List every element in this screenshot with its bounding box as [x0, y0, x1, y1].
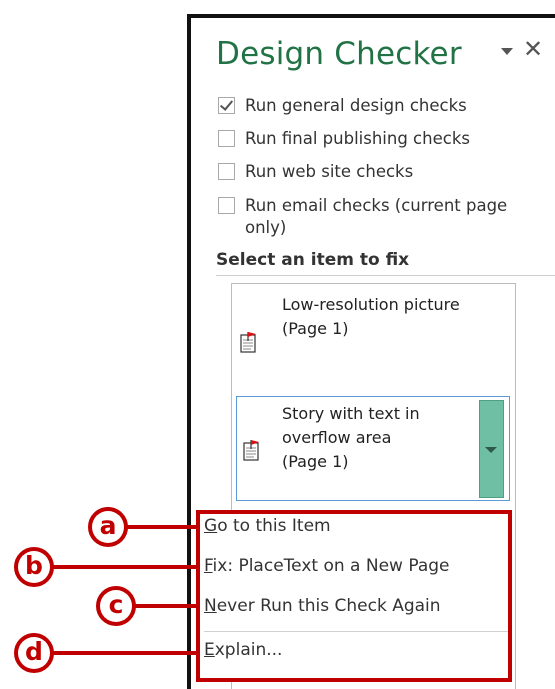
issue-item-overflow-line1[interactable]: Story with text in: [282, 402, 420, 426]
callout-badge-b: b: [14, 547, 54, 587]
option-label-email-line1: Run email checks (current page: [245, 196, 508, 215]
issue-item-low-resolution-line1[interactable]: Low-resolution picture: [282, 293, 460, 317]
menu-item-explain[interactable]: Explain...: [204, 640, 282, 660]
callout-letter-a: a: [92, 511, 124, 543]
close-icon[interactable]: ✕: [523, 37, 543, 61]
menu-separator: [204, 631, 508, 632]
document-flag-icon: [240, 331, 258, 357]
callout-line-a: [118, 525, 200, 529]
pane-title: Design Checker: [216, 36, 462, 72]
callout-badge-c: c: [96, 586, 136, 626]
issue-item-overflow-line3[interactable]: (Page 1): [282, 450, 348, 474]
option-label-web-site: Run web site checks: [245, 162, 414, 181]
checkbox-web-site-checks[interactable]: [218, 163, 235, 180]
chevron-down-icon: [485, 447, 497, 453]
callout-letter-b: b: [18, 551, 50, 583]
callout-line-d: [38, 651, 200, 655]
option-label-final-publishing: Run final publishing checks: [245, 129, 470, 148]
callout-line-c: [128, 604, 200, 608]
callout-letter-d: d: [18, 637, 50, 669]
checkbox-final-publishing-checks[interactable]: [218, 130, 235, 147]
checkmark-icon: [219, 97, 234, 111]
menu-item-go-to-item[interactable]: Go to this Item: [204, 516, 331, 536]
document-flag-icon: [243, 439, 261, 465]
menu-text-never-run: ever Run this Check Again: [216, 596, 441, 616]
issue-item-overflow-line2[interactable]: overflow area: [282, 426, 391, 450]
pane-left-border: [187, 14, 191, 689]
section-heading: Select an item to fix: [216, 250, 410, 270]
menu-accel-e: E: [204, 640, 215, 660]
option-label-email-line2: only): [245, 218, 287, 237]
menu-accel-g: G: [204, 516, 218, 536]
callout-badge-a: a: [88, 507, 128, 547]
menu-accel-n: N: [204, 596, 217, 616]
checkbox-email-checks[interactable]: [218, 197, 235, 214]
callout-letter-c: c: [100, 590, 132, 622]
menu-accel-f: F: [204, 556, 213, 576]
checkbox-general-design-checks[interactable]: [218, 97, 235, 114]
option-label-general: Run general design checks: [245, 96, 467, 115]
pane-options-dropdown-icon[interactable]: [501, 48, 513, 55]
menu-item-fix[interactable]: Fix: PlaceText on a New Page: [204, 556, 449, 576]
menu-text-fix: ix: PlaceText on a New Page: [212, 556, 450, 576]
menu-text-go-to-item: o to this Item: [217, 516, 331, 536]
callout-badge-d: d: [14, 633, 54, 673]
pane-top-border: [187, 14, 555, 18]
menu-item-never-run[interactable]: Never Run this Check Again: [204, 596, 441, 616]
section-divider: [216, 275, 555, 276]
callout-line-b: [38, 565, 200, 569]
menu-text-explain: xplain...: [214, 640, 283, 660]
issue-item-low-resolution-line2[interactable]: (Page 1): [282, 317, 348, 341]
